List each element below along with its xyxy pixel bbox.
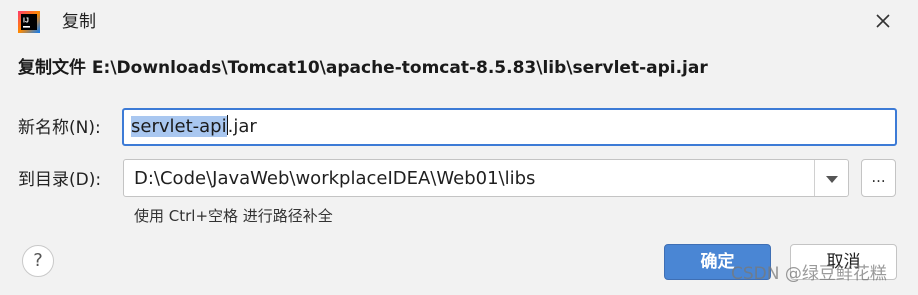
close-icon xyxy=(875,13,891,33)
close-button[interactable] xyxy=(868,8,898,38)
watermark: CSDN @绿豆鲜花糕 xyxy=(731,264,887,284)
copy-dialog: IJ 复制 复制文件 E:\Downloads\Tomcat10\apache-… xyxy=(0,0,918,295)
target-dir-label: 到目录(D): xyxy=(18,170,102,190)
help-button[interactable]: ? xyxy=(22,245,54,277)
intellij-idea-icon: IJ xyxy=(18,11,40,33)
browse-button[interactable]: ... xyxy=(861,159,896,197)
title-bar: IJ 复制 xyxy=(0,0,918,44)
window-title: 复制 xyxy=(62,12,96,32)
selected-text: servlet-api xyxy=(131,116,227,137)
target-dir-value[interactable]: D:\Code\JavaWeb\workplaceIDEA\Web01\libs xyxy=(134,160,535,198)
dropdown-button[interactable] xyxy=(815,160,849,196)
chevron-down-icon xyxy=(826,169,838,188)
dialog-heading: 复制文件 E:\Downloads\Tomcat10\apache-tomcat… xyxy=(18,58,708,78)
svg-text:IJ: IJ xyxy=(23,18,29,25)
name-input-rest: .jar xyxy=(227,116,257,137)
target-dir-combobox[interactable]: D:\Code\JavaWeb\workplaceIDEA\Web01\libs xyxy=(123,159,849,197)
new-name-label: 新名称(N): xyxy=(18,118,101,138)
new-name-input[interactable]: servlet-api.jar xyxy=(122,108,897,146)
path-completion-hint: 使用 Ctrl+空格 进行路径补全 xyxy=(134,207,333,225)
